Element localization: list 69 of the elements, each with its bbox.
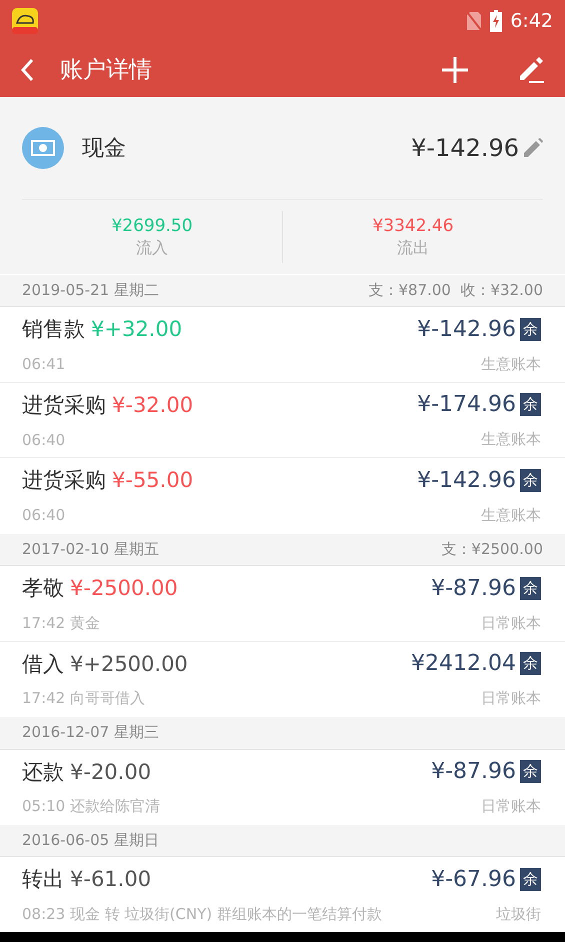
running-balance: ¥2412.04 — [411, 651, 516, 676]
transaction-row[interactable]: 进货采购 ¥-55.00 ¥-142.96 余 06:40 生意账本 — [0, 458, 565, 533]
transaction-note: 06:41 — [22, 355, 66, 374]
transaction-category: 进货采购 — [22, 467, 106, 494]
transaction-amount: ¥+2500.00 — [70, 652, 188, 676]
transaction-row[interactable]: 转出 ¥-61.00 ¥-67.96 余 08:23 现金 转 垃圾街(CNY) 群组账本的一笔结算付款 垃圾街 — [0, 857, 565, 932]
day-summary: 支：¥2500.00 — [441, 540, 543, 560]
balance-badge: 余 — [520, 393, 541, 416]
transaction-category: 孝敬 — [22, 575, 64, 602]
back-chevron-icon[interactable] — [20, 58, 34, 82]
inflow-label: 流入 — [136, 238, 168, 258]
transaction-category: 进货采购 — [22, 392, 106, 419]
transaction-amount: ¥-20.00 — [70, 760, 152, 784]
outflow-amount: ¥3342.46 — [372, 216, 454, 236]
balance-badge: 余 — [520, 468, 541, 492]
balance-badge: 余 — [520, 868, 541, 891]
running-balance: ¥-87.96 — [431, 759, 516, 784]
running-balance: ¥-142.96 — [417, 316, 516, 342]
day-summary: 支：¥87.00 收：¥32.00 — [368, 281, 543, 300]
transaction-amount: ¥-2500.00 — [70, 576, 178, 600]
balance-badge: 余 — [520, 652, 541, 676]
book-name: 日常账本 — [481, 614, 541, 633]
book-name: 垃圾街 — [496, 904, 541, 924]
balance-badge: 余 — [520, 576, 541, 600]
book-name: 生意账本 — [481, 506, 541, 525]
transaction-amount: ¥-32.00 — [112, 392, 194, 417]
transaction-note: 08:23 现金 转 垃圾街(CNY) 群组账本的一笔结算付款 — [22, 904, 382, 924]
transaction-row[interactable]: 进货采购 ¥-32.00 ¥-174.96 余 06:40 生意账本 — [0, 382, 565, 458]
transaction-category: 借入 — [22, 650, 64, 678]
transaction-row[interactable]: 还款 ¥-20.00 ¥-87.96 余 05:10 还款给陈官清 日常账本 — [0, 750, 565, 824]
clock-time: 6:42 — [510, 10, 553, 32]
transaction-category: 销售款 — [22, 316, 85, 344]
running-balance: ¥-142.96 — [417, 468, 516, 493]
transaction-note: 06:40 — [22, 430, 66, 449]
book-name: 生意账本 — [481, 430, 541, 450]
app-logo-icon — [12, 8, 38, 34]
transaction-row[interactable]: 借入 ¥+2500.00 ¥2412.04 余 17:42 向哥哥借入 日常账本 — [0, 642, 565, 716]
running-balance: ¥-87.96 — [431, 576, 516, 601]
transaction-note: 17:42 黄金 — [22, 614, 100, 633]
transaction-amount: ¥-61.00 — [70, 867, 152, 892]
transaction-amount: ¥+32.00 — [91, 317, 182, 342]
book-name: 日常账本 — [481, 797, 541, 816]
transaction-note: 06:40 — [22, 506, 66, 524]
transaction-note: 17:42 向哥哥借入 — [22, 689, 145, 708]
transaction-row[interactable]: 孝敬 ¥-2500.00 ¥-87.96 余 17:42 黄金 日常账本 — [0, 566, 565, 642]
date-header: 2017-02-10 星期五 — [22, 540, 159, 560]
outflow-label: 流出 — [397, 238, 429, 258]
cash-icon — [22, 127, 64, 169]
no-sim-icon — [466, 11, 482, 31]
date-header: 2019-05-21 星期二 — [22, 281, 159, 300]
inflow-amount: ¥2699.50 — [111, 216, 193, 236]
date-header: 2016-06-05 星期日 — [22, 831, 159, 850]
account-name: 现金 — [82, 135, 127, 163]
edit-icon[interactable] — [523, 138, 543, 158]
battery-charging-icon — [490, 10, 502, 32]
date-header: 2016-12-07 星期三 — [22, 723, 159, 742]
running-balance: ¥-67.96 — [431, 866, 516, 892]
book-name: 生意账本 — [481, 354, 541, 374]
account-balance: ¥-142.96 — [411, 134, 519, 162]
transaction-amount: ¥-55.00 — [112, 468, 194, 492]
transaction-row[interactable]: 销售款 ¥+32.00 ¥-142.96 余 06:41 生意账本 — [0, 307, 565, 383]
transaction-category: 还款 — [22, 758, 64, 786]
balance-badge: 余 — [520, 318, 541, 341]
balance-badge: 余 — [520, 760, 541, 784]
transaction-category: 转出 — [22, 866, 64, 894]
page-title: 账户详情 — [60, 56, 153, 85]
book-name: 日常账本 — [481, 689, 541, 708]
running-balance: ¥-174.96 — [417, 392, 516, 418]
transaction-note: 05:10 还款给陈官清 — [22, 797, 160, 816]
